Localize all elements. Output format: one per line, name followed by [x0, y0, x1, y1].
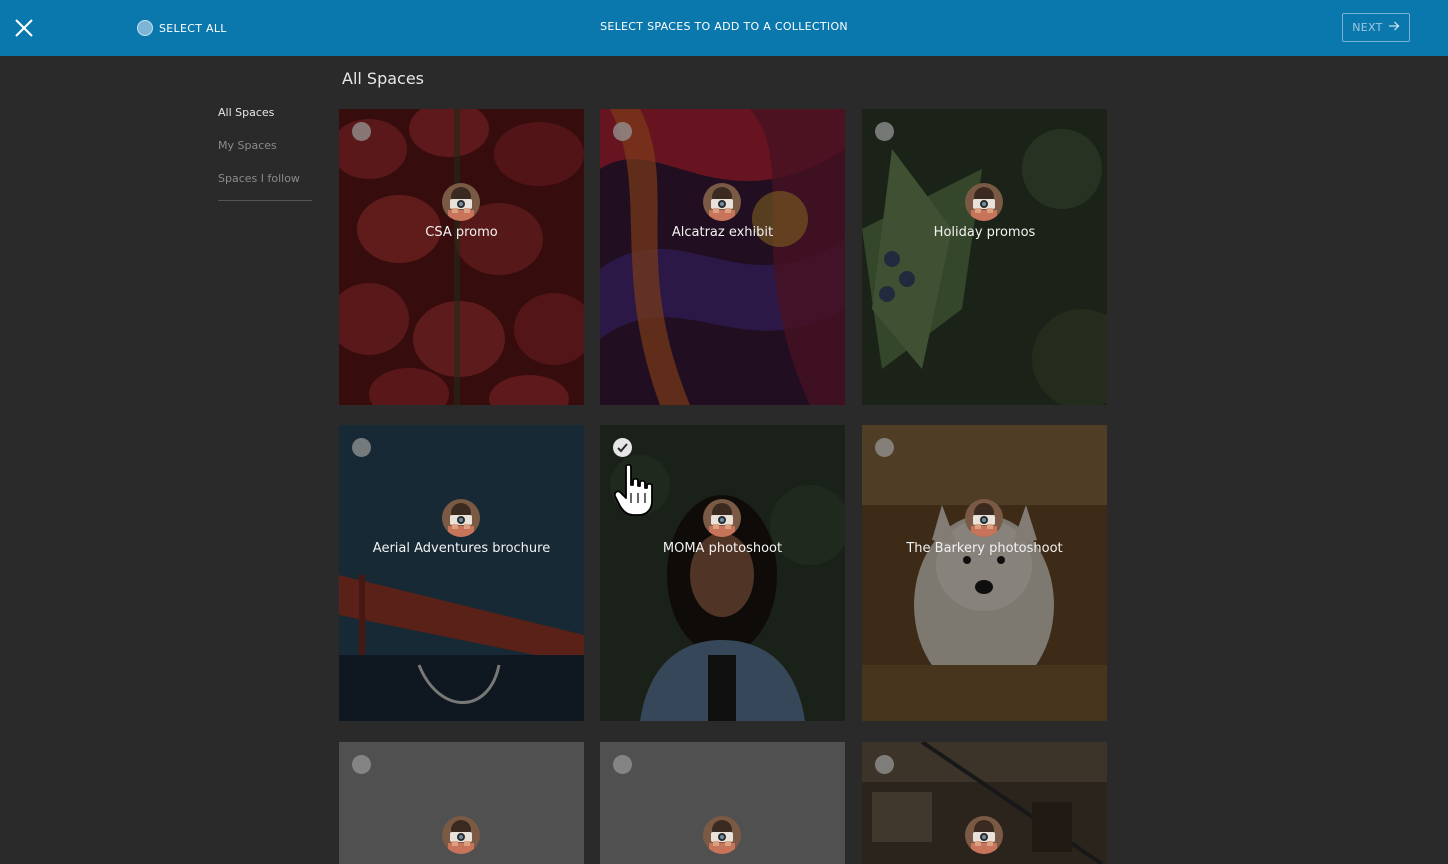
card-title: The Barkery photoshoot	[906, 541, 1063, 556]
card-title: CSA promo	[425, 225, 498, 240]
sidebar-divider	[218, 200, 312, 201]
sidebar-item-my-spaces[interactable]: My Spaces	[218, 137, 312, 170]
select-checkbox[interactable]	[352, 122, 371, 141]
card-title: Aerial Adventures brochure	[372, 541, 551, 556]
avatar	[703, 499, 741, 537]
space-card[interactable]	[862, 742, 1107, 864]
checkmark-icon	[617, 443, 628, 453]
select-checkbox[interactable]	[875, 122, 894, 141]
avatar	[442, 816, 480, 854]
avatar	[965, 499, 1003, 537]
avatar	[965, 183, 1003, 221]
select-checkbox[interactable]	[875, 438, 894, 457]
sidebar: All Spaces My Spaces Spaces I follow	[218, 104, 312, 201]
arrow-right-icon	[1388, 21, 1400, 34]
card-title: Alcatraz exhibit	[671, 225, 774, 240]
space-card[interactable]	[339, 742, 584, 864]
avatar	[703, 183, 741, 221]
top-bar: SELECT ALL SELECT SPACES TO ADD TO A COL…	[0, 0, 1448, 56]
card-overlay	[339, 109, 584, 405]
card-overlay	[339, 425, 584, 721]
next-button[interactable]: NEXT	[1342, 13, 1410, 42]
page-title: SELECT SPACES TO ADD TO A COLLECTION	[600, 20, 848, 33]
space-card[interactable]: The Barkery photoshoot	[862, 425, 1107, 721]
select-checkbox[interactable]	[613, 755, 632, 774]
avatar	[965, 816, 1003, 854]
avatar	[703, 816, 741, 854]
sidebar-item-spaces-i-follow[interactable]: Spaces I follow	[218, 170, 312, 203]
avatar	[442, 499, 480, 537]
space-card[interactable]: Holiday promos	[862, 109, 1107, 405]
card-overlay	[600, 109, 845, 405]
card-overlay	[862, 109, 1107, 405]
space-card[interactable]	[600, 742, 845, 864]
select-checkbox[interactable]	[352, 755, 371, 774]
sidebar-item-all-spaces[interactable]: All Spaces	[218, 104, 312, 137]
select-checkbox[interactable]	[875, 755, 894, 774]
pointer-hand-icon	[614, 463, 653, 516]
space-card[interactable]: Aerial Adventures brochure	[339, 425, 584, 721]
avatar	[442, 183, 480, 221]
select-checkbox-checked[interactable]	[613, 438, 632, 457]
card-title: MOMA photoshoot	[662, 541, 783, 556]
card-title: Holiday promos	[933, 225, 1036, 240]
next-button-label: NEXT	[1352, 21, 1383, 34]
space-card[interactable]: CSA promo	[339, 109, 584, 405]
space-card[interactable]: Alcatraz exhibit	[600, 109, 845, 405]
select-checkbox[interactable]	[613, 122, 632, 141]
card-overlay	[862, 425, 1107, 721]
select-checkbox[interactable]	[352, 438, 371, 457]
section-heading: All Spaces	[342, 69, 425, 88]
